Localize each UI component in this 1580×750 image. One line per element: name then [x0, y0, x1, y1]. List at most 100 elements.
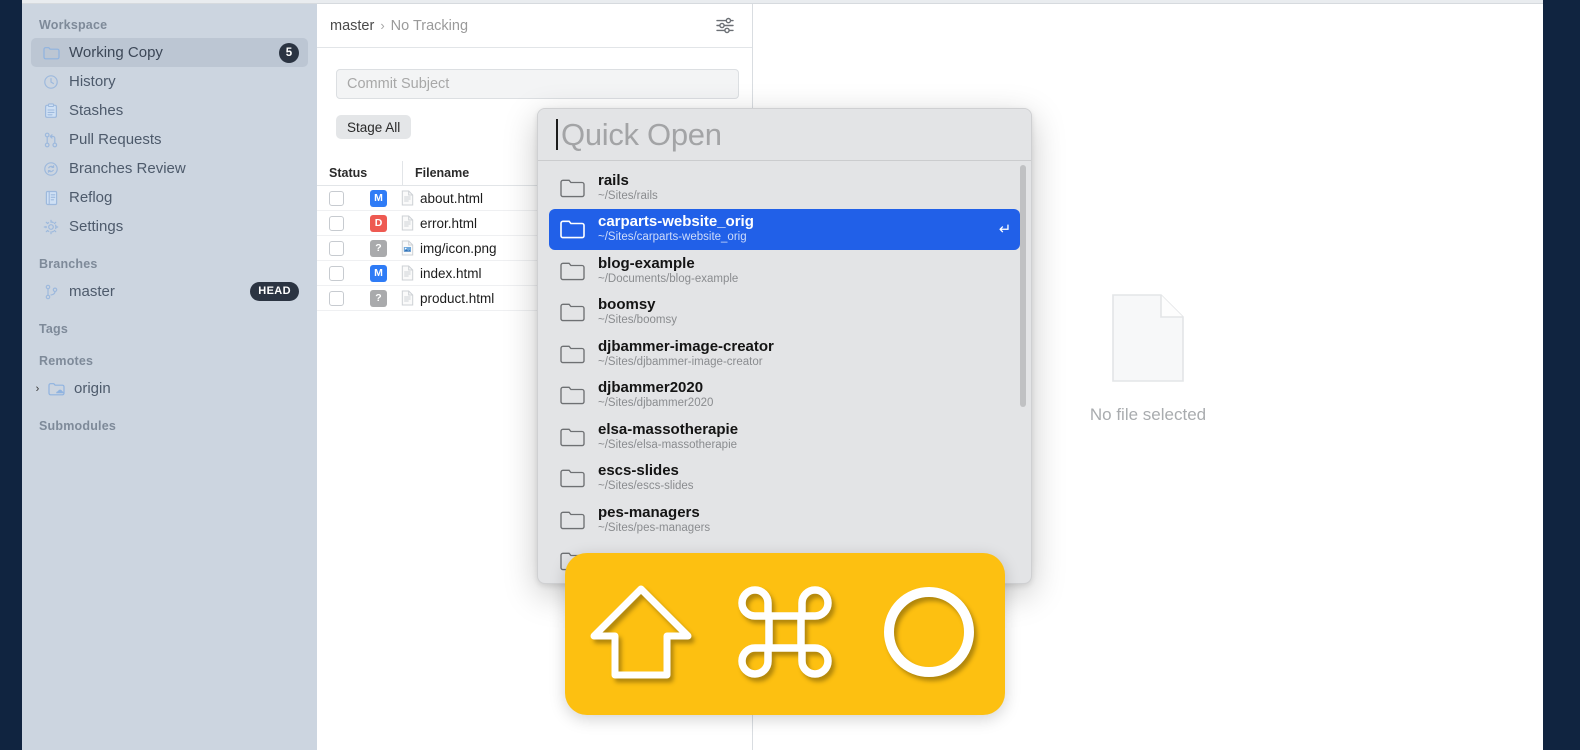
status-badge: ? — [370, 289, 387, 307]
document-icon — [1112, 293, 1184, 387]
stage-checkbox[interactable] — [329, 290, 344, 306]
sidebar-item-stashes[interactable]: Stashes — [31, 96, 308, 125]
result-path: ~/Sites/escs-slides — [598, 480, 694, 493]
result-path: ~/Sites/pes-managers — [598, 521, 711, 534]
sidebar-item-origin-remote[interactable]: › origin — [31, 374, 308, 403]
quick-open-placeholder: Quick Open — [561, 116, 722, 152]
list-item[interactable]: elsa-massotherapie ~/Sites/elsa-massothe… — [549, 416, 1020, 458]
status-badge: M — [370, 189, 387, 207]
quick-open-scrollbar[interactable] — [1020, 165, 1026, 407]
sidebar-item-working-copy[interactable]: Working Copy 5 — [31, 38, 308, 67]
window-edge-right — [1543, 0, 1580, 750]
working-copy-count-badge: 5 — [279, 42, 299, 63]
status-badge: D — [370, 214, 387, 232]
sync-circle-icon — [40, 160, 62, 178]
book-icon — [40, 189, 62, 207]
remote-folder-icon — [45, 380, 67, 398]
sidebar-section-tags: Tags — [39, 322, 69, 336]
sidebar-item-settings[interactable]: Settings — [31, 212, 308, 241]
result-name: elsa-massotherapie — [598, 420, 739, 438]
status-badge: M — [370, 264, 387, 282]
result-path: ~/Sites/boomsy — [598, 314, 677, 327]
column-header-filename[interactable]: Filename — [403, 166, 469, 180]
result-path: ~/Sites/rails — [598, 189, 658, 202]
list-item[interactable]: rails ~/Sites/rails — [549, 167, 1020, 209]
list-item[interactable]: djbammer-image-creator ~/Sites/djbammer-… — [549, 333, 1020, 375]
stage-checkbox[interactable] — [329, 265, 344, 281]
image-file-icon — [396, 240, 418, 256]
commit-subject-input[interactable]: Commit Subject — [336, 69, 739, 99]
app-window: Workspace Working Copy 5 History Stashes — [0, 0, 1580, 750]
folder-icon — [560, 510, 598, 530]
sidebar-item-label: Working Copy — [69, 44, 163, 61]
list-item-text: pes-managers ~/Sites/pes-managers — [598, 504, 1020, 536]
stage-all-button[interactable]: Stage All — [336, 115, 412, 139]
folder-icon — [560, 302, 598, 322]
text-caret — [556, 119, 558, 150]
list-item-text: carparts-website_orig ~/Sites/carparts-w… — [598, 213, 990, 245]
breadcrumb-tracking: No Tracking — [390, 17, 469, 34]
sidebar-section-remotes: Remotes — [39, 354, 94, 368]
panel-header: master › No Tracking — [317, 4, 752, 48]
folder-icon — [560, 178, 598, 198]
sidebar-item-label: Branches Review — [69, 160, 186, 177]
list-item-selected[interactable]: carparts-website_orig ~/Sites/carparts-w… — [549, 208, 1020, 250]
sidebar-item-label: Reflog — [69, 189, 113, 206]
sidebar-item-label: Stashes — [69, 102, 124, 119]
result-name: carparts-website_orig — [598, 213, 754, 231]
list-item-text: djbammer-image-creator ~/Sites/djbammer-… — [598, 338, 1020, 370]
window-edge-left — [0, 0, 22, 750]
quick-open-search-input[interactable]: Quick Open — [538, 109, 1031, 161]
sidebar-item-label: master — [69, 283, 115, 300]
gear-icon — [40, 218, 62, 236]
html-file-icon — [396, 265, 418, 281]
list-item-text: djbammer2020 ~/Sites/djbammer2020 — [598, 379, 1020, 411]
folder-icon — [560, 427, 598, 447]
list-item[interactable]: pes-managers ~/Sites/pes-managers — [549, 499, 1020, 541]
filename-cell: error.html — [420, 215, 478, 231]
letter-o-key-icon — [877, 580, 981, 689]
status-badge: ? — [370, 239, 387, 257]
list-item[interactable]: djbammer2020 ~/Sites/djbammer2020 — [549, 375, 1020, 417]
sidebar-item-branches-review[interactable]: Branches Review — [31, 154, 308, 183]
sidebar-section-branches: Branches — [39, 257, 98, 271]
sidebar-item-label: origin — [74, 380, 111, 397]
sidebar-item-master-branch[interactable]: master HEAD — [31, 277, 308, 306]
list-item-text: blog-example ~/Documents/blog-example — [598, 255, 1020, 287]
sidebar-item-reflog[interactable]: Reflog — [31, 183, 308, 212]
breadcrumb-branch[interactable]: master — [330, 18, 374, 34]
list-item-text: rails ~/Sites/rails — [598, 172, 1020, 204]
return-key-icon: ↵ — [998, 221, 1012, 239]
result-name: rails — [598, 171, 629, 189]
result-path: ~/Sites/carparts-website_orig — [598, 231, 747, 244]
empty-state: No file selected — [1089, 293, 1207, 425]
sidebar-item-label: History — [69, 73, 116, 90]
sidebar-item-history[interactable]: History — [31, 67, 308, 96]
chevron-right-icon[interactable]: › — [31, 383, 44, 395]
html-file-icon — [396, 215, 418, 231]
sliders-icon[interactable] — [712, 14, 738, 38]
list-item-text: boomsy ~/Sites/boomsy — [598, 296, 1020, 328]
column-header-status[interactable]: Status — [329, 161, 403, 185]
branch-icon — [40, 283, 62, 301]
list-item[interactable]: escs-slides ~/Sites/escs-slides — [549, 458, 1020, 500]
result-path: ~/Documents/blog-example — [598, 272, 739, 285]
stage-checkbox[interactable] — [329, 190, 344, 206]
command-key-icon — [733, 580, 837, 689]
sidebar: Workspace Working Copy 5 History Stashes — [22, 4, 317, 750]
folder-icon — [560, 261, 598, 281]
stage-checkbox[interactable] — [329, 240, 344, 256]
quick-open-results-list[interactable]: rails ~/Sites/rails carparts-website_ori… — [538, 161, 1031, 583]
list-item[interactable]: blog-example ~/Documents/blog-example — [549, 250, 1020, 292]
result-path: ~/Sites/djbammer-image-creator — [598, 355, 763, 368]
result-name: boomsy — [598, 296, 656, 314]
folder-icon — [560, 385, 598, 405]
folder-icon — [560, 344, 598, 364]
result-name: blog-example — [598, 254, 695, 272]
empty-state-label: No file selected — [1089, 404, 1207, 424]
pull-request-icon — [40, 131, 62, 149]
sidebar-item-pull-requests[interactable]: Pull Requests — [31, 125, 308, 154]
stage-checkbox[interactable] — [329, 215, 344, 231]
list-item[interactable]: boomsy ~/Sites/boomsy — [549, 292, 1020, 334]
sidebar-item-label: Settings — [69, 218, 124, 235]
